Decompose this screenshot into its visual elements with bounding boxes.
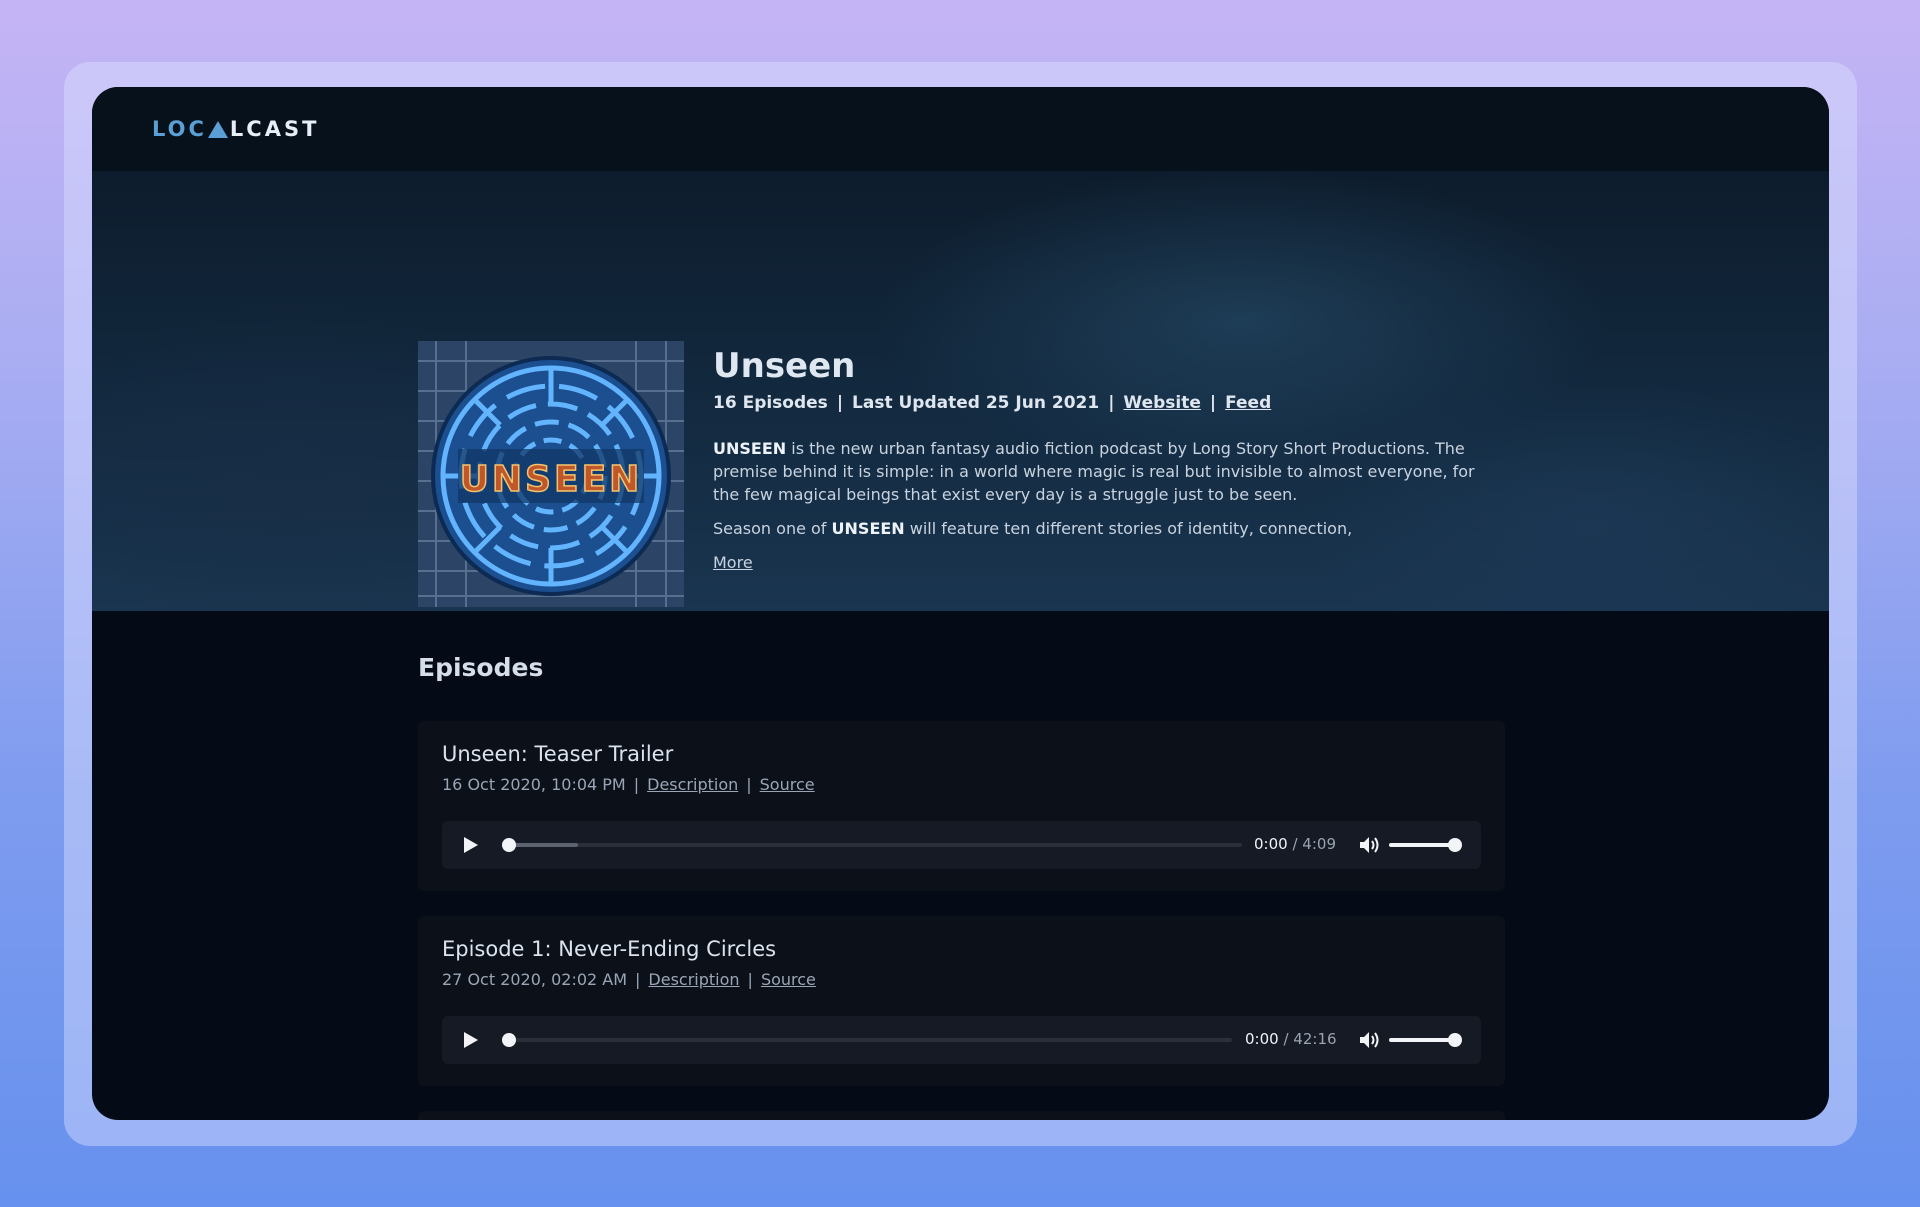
volume-handle[interactable] <box>1448 838 1462 852</box>
podcast-title: Unseen <box>713 346 856 386</box>
audio-player: 0:00 / 4:09 <box>442 821 1481 869</box>
audio-player: 0:00 / 42:16 <box>442 1016 1481 1064</box>
episode-date: 27 Oct 2020, 02:02 AM <box>442 970 628 989</box>
website-link[interactable]: Website <box>1123 393 1200 413</box>
logo-text-suffix: LCAST <box>229 117 320 141</box>
time-separator: / <box>1292 835 1303 853</box>
seek-bar[interactable] <box>502 1033 1232 1047</box>
duration: 4:09 <box>1302 835 1336 853</box>
episode-date: 16 Oct 2020, 10:04 PM <box>442 775 626 794</box>
time-display: 0:00 / 4:09 <box>1254 835 1336 853</box>
seek-bar[interactable] <box>502 838 1242 852</box>
episode-meta: 16 Oct 2020, 10:04 PM | Description | So… <box>442 775 815 794</box>
top-bar: LOC LCAST <box>92 87 1829 171</box>
meta-separator: | <box>633 775 640 794</box>
episode-description-link[interactable]: Description <box>648 970 739 989</box>
podcast-description: UNSEEN is the new urban fantasy audio fi… <box>713 437 1503 574</box>
description-paragraph: UNSEEN is the new urban fantasy audio fi… <box>713 439 1475 504</box>
podcast-cover-art: UNSEEN <box>418 341 684 607</box>
episode-description-link[interactable]: Description <box>647 775 738 794</box>
episodes-heading: Episodes <box>418 653 544 682</box>
logo-text-prefix: LOC <box>152 117 207 141</box>
cover-title-text: UNSEEN <box>460 459 643 500</box>
time-display: 0:00 / 42:16 <box>1245 1030 1337 1048</box>
episode-source-link[interactable]: Source <box>761 970 816 989</box>
maze-sphere-icon: UNSEEN <box>418 341 684 607</box>
duration: 42:16 <box>1293 1030 1337 1048</box>
episode-source-link[interactable]: Source <box>760 775 815 794</box>
volume-handle[interactable] <box>1448 1033 1462 1047</box>
description-paragraph: Season one of UNSEEN will feature ten di… <box>713 519 1353 538</box>
meta-separator: | <box>746 775 752 794</box>
meta-separator: | <box>1209 393 1217 413</box>
localcast-logo[interactable]: LOC LCAST <box>152 117 319 141</box>
episode-count: 16 Episodes <box>713 393 828 413</box>
volume-icon[interactable] <box>1359 836 1381 854</box>
current-time: 0:00 <box>1245 1030 1279 1048</box>
current-time: 0:00 <box>1254 835 1288 853</box>
meta-separator: | <box>747 970 753 989</box>
episode-card: Unseen: Teaser Trailer 16 Oct 2020, 10:0… <box>418 721 1505 891</box>
meta-separator: | <box>1108 393 1115 413</box>
episode-meta: 27 Oct 2020, 02:02 AM | Description | So… <box>442 970 816 989</box>
episode-card: Episode 1: Never-Ending Circles 27 Oct 2… <box>418 916 1505 1086</box>
volume-icon[interactable] <box>1359 1031 1381 1049</box>
seek-handle[interactable] <box>502 1033 516 1047</box>
podcast-header: UNSEEN Unseen 16 Episodes | Last Updated… <box>92 171 1829 611</box>
app-window: LOC LCAST UNSEEN Unseen 16 Episodes | La… <box>92 87 1829 1120</box>
volume-slider[interactable] <box>1389 838 1462 852</box>
volume-slider[interactable] <box>1389 1033 1462 1047</box>
episode-card <box>418 1111 1505 1120</box>
meta-separator: | <box>836 393 844 413</box>
logo-triangle-icon <box>207 120 228 138</box>
podcast-meta: 16 Episodes | Last Updated 25 Jun 2021 |… <box>713 393 1271 413</box>
play-icon[interactable] <box>464 837 478 853</box>
episode-title: Unseen: Teaser Trailer <box>442 742 674 766</box>
seek-handle[interactable] <box>502 838 516 852</box>
last-updated: Last Updated 25 Jun 2021 <box>852 393 1100 413</box>
feed-link[interactable]: Feed <box>1225 393 1271 413</box>
play-icon[interactable] <box>464 1032 478 1048</box>
episode-title: Episode 1: Never-Ending Circles <box>442 937 777 961</box>
meta-separator: | <box>635 970 641 989</box>
more-link[interactable]: More <box>713 553 753 572</box>
time-separator: / <box>1283 1030 1294 1048</box>
